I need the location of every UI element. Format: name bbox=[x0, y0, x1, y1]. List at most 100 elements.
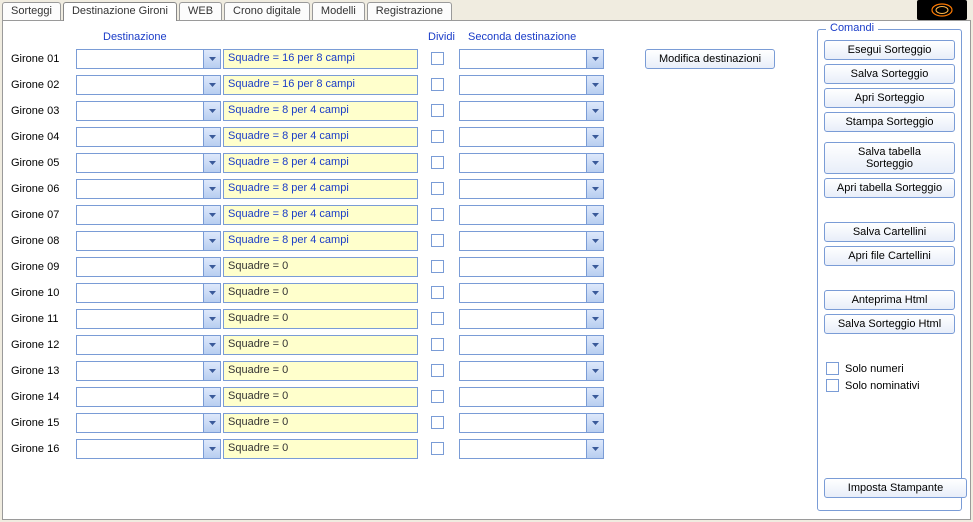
salva-sorteggio-button[interactable]: Salva Sorteggio bbox=[824, 64, 955, 84]
checkbox-icon bbox=[826, 379, 839, 392]
squadre-info: Squadre = 8 per 4 campi bbox=[223, 153, 418, 173]
destinazione-dropdown[interactable] bbox=[76, 439, 221, 459]
chevron-down-icon bbox=[203, 206, 220, 224]
chevron-down-icon bbox=[586, 154, 603, 172]
seconda-destinazione-dropdown[interactable] bbox=[459, 75, 604, 95]
seconda-destinazione-dropdown[interactable] bbox=[459, 283, 604, 303]
tab-web[interactable]: WEB bbox=[179, 2, 222, 21]
destinazione-dropdown[interactable] bbox=[76, 257, 221, 277]
destinazione-dropdown[interactable] bbox=[76, 127, 221, 147]
chevron-down-icon bbox=[203, 154, 220, 172]
chevron-down-icon bbox=[586, 76, 603, 94]
salva-tabella-sorteggio-button[interactable]: Salva tabella Sorteggio bbox=[824, 142, 955, 174]
chevron-down-icon bbox=[586, 128, 603, 146]
header-dividi: Dividi bbox=[428, 31, 455, 43]
tab-modelli[interactable]: Modelli bbox=[312, 2, 365, 21]
modifica-destinazioni-button[interactable]: Modifica destinazioni bbox=[645, 49, 775, 69]
destinazione-dropdown[interactable] bbox=[76, 361, 221, 381]
seconda-destinazione-dropdown[interactable] bbox=[459, 439, 604, 459]
tab-sorteggi[interactable]: Sorteggi bbox=[2, 2, 61, 21]
stampa-sorteggio-button[interactable]: Stampa Sorteggio bbox=[824, 112, 955, 132]
seconda-destinazione-dropdown[interactable] bbox=[459, 205, 604, 225]
girone-label: Girone 10 bbox=[11, 287, 73, 299]
squadre-info: Squadre = 8 per 4 campi bbox=[223, 231, 418, 251]
seconda-destinazione-dropdown[interactable] bbox=[459, 361, 604, 381]
seconda-destinazione-dropdown[interactable] bbox=[459, 49, 604, 69]
dividi-checkbox[interactable] bbox=[431, 182, 444, 195]
destinazione-dropdown[interactable] bbox=[76, 283, 221, 303]
chevron-down-icon bbox=[203, 76, 220, 94]
chevron-down-icon bbox=[203, 362, 220, 380]
dividi-checkbox[interactable] bbox=[431, 390, 444, 403]
dividi-checkbox[interactable] bbox=[431, 52, 444, 65]
solo-numeri-checkbox[interactable]: Solo numeri bbox=[826, 362, 955, 375]
salva-sorteggio-html-button[interactable]: Salva Sorteggio Html bbox=[824, 314, 955, 334]
dividi-checkbox[interactable] bbox=[431, 234, 444, 247]
dividi-checkbox[interactable] bbox=[431, 416, 444, 429]
dividi-checkbox[interactable] bbox=[431, 312, 444, 325]
dividi-checkbox[interactable] bbox=[431, 260, 444, 273]
seconda-destinazione-dropdown[interactable] bbox=[459, 413, 604, 433]
squadre-info: Squadre = 16 per 8 campi bbox=[223, 49, 418, 69]
dividi-checkbox[interactable] bbox=[431, 364, 444, 377]
dividi-checkbox[interactable] bbox=[431, 130, 444, 143]
comandi-group: Comandi Esegui Sorteggio Salva Sorteggio… bbox=[817, 29, 962, 511]
dividi-checkbox[interactable] bbox=[431, 338, 444, 351]
dividi-checkbox[interactable] bbox=[431, 156, 444, 169]
destinazione-dropdown[interactable] bbox=[76, 75, 221, 95]
seconda-destinazione-dropdown[interactable] bbox=[459, 335, 604, 355]
esegui-sorteggio-button[interactable]: Esegui Sorteggio bbox=[824, 40, 955, 60]
squadre-info: Squadre = 0 bbox=[223, 439, 418, 459]
apri-tabella-sorteggio-button[interactable]: Apri tabella Sorteggio bbox=[824, 178, 955, 198]
tab-destinazione-gironi[interactable]: Destinazione Gironi bbox=[63, 2, 177, 21]
apri-file-cartellini-button[interactable]: Apri file Cartellini bbox=[824, 246, 955, 266]
dividi-checkbox[interactable] bbox=[431, 286, 444, 299]
seconda-destinazione-dropdown[interactable] bbox=[459, 231, 604, 251]
dividi-checkbox[interactable] bbox=[431, 78, 444, 91]
destinazione-dropdown[interactable] bbox=[76, 49, 221, 69]
chevron-down-icon bbox=[586, 336, 603, 354]
anteprima-html-button[interactable]: Anteprima Html bbox=[824, 290, 955, 310]
girone-label: Girone 13 bbox=[11, 365, 73, 377]
seconda-destinazione-dropdown[interactable] bbox=[459, 309, 604, 329]
chevron-down-icon bbox=[586, 414, 603, 432]
dividi-checkbox[interactable] bbox=[431, 104, 444, 117]
destinazione-dropdown[interactable] bbox=[76, 101, 221, 121]
seconda-destinazione-dropdown[interactable] bbox=[459, 101, 604, 121]
squadre-info: Squadre = 8 per 4 campi bbox=[223, 127, 418, 147]
seconda-destinazione-dropdown[interactable] bbox=[459, 153, 604, 173]
squadre-info: Squadre = 0 bbox=[223, 283, 418, 303]
girone-label: Girone 01 bbox=[11, 53, 73, 65]
apri-sorteggio-button[interactable]: Apri Sorteggio bbox=[824, 88, 955, 108]
dividi-checkbox[interactable] bbox=[431, 208, 444, 221]
chevron-down-icon bbox=[586, 440, 603, 458]
destinazione-dropdown[interactable] bbox=[76, 413, 221, 433]
destinazione-dropdown[interactable] bbox=[76, 153, 221, 173]
squadre-info: Squadre = 0 bbox=[223, 387, 418, 407]
squadre-info: Squadre = 0 bbox=[223, 361, 418, 381]
main-panel: Destinazione Dividi Seconda destinazione… bbox=[2, 20, 971, 520]
seconda-destinazione-dropdown[interactable] bbox=[459, 257, 604, 277]
destinazione-dropdown[interactable] bbox=[76, 335, 221, 355]
chevron-down-icon bbox=[203, 336, 220, 354]
tab-crono-digitale[interactable]: Crono digitale bbox=[224, 2, 310, 21]
destinazione-dropdown[interactable] bbox=[76, 205, 221, 225]
girone-label: Girone 02 bbox=[11, 79, 73, 91]
chevron-down-icon bbox=[586, 180, 603, 198]
solo-nominativi-checkbox[interactable]: Solo nominativi bbox=[826, 379, 955, 392]
imposta-stampante-button[interactable]: Imposta Stampante bbox=[824, 478, 967, 498]
tab-registrazione[interactable]: Registrazione bbox=[367, 2, 452, 21]
destinazione-dropdown[interactable] bbox=[76, 179, 221, 199]
girone-label: Girone 11 bbox=[11, 313, 73, 325]
seconda-destinazione-dropdown[interactable] bbox=[459, 387, 604, 407]
squadre-info: Squadre = 0 bbox=[223, 257, 418, 277]
destinazione-dropdown[interactable] bbox=[76, 387, 221, 407]
destinazione-dropdown[interactable] bbox=[76, 309, 221, 329]
salva-cartellini-button[interactable]: Salva Cartellini bbox=[824, 222, 955, 242]
seconda-destinazione-dropdown[interactable] bbox=[459, 127, 604, 147]
dividi-checkbox[interactable] bbox=[431, 442, 444, 455]
destinazione-dropdown[interactable] bbox=[76, 231, 221, 251]
seconda-destinazione-dropdown[interactable] bbox=[459, 179, 604, 199]
header-destinazione: Destinazione bbox=[103, 31, 167, 43]
squadre-info: Squadre = 0 bbox=[223, 309, 418, 329]
